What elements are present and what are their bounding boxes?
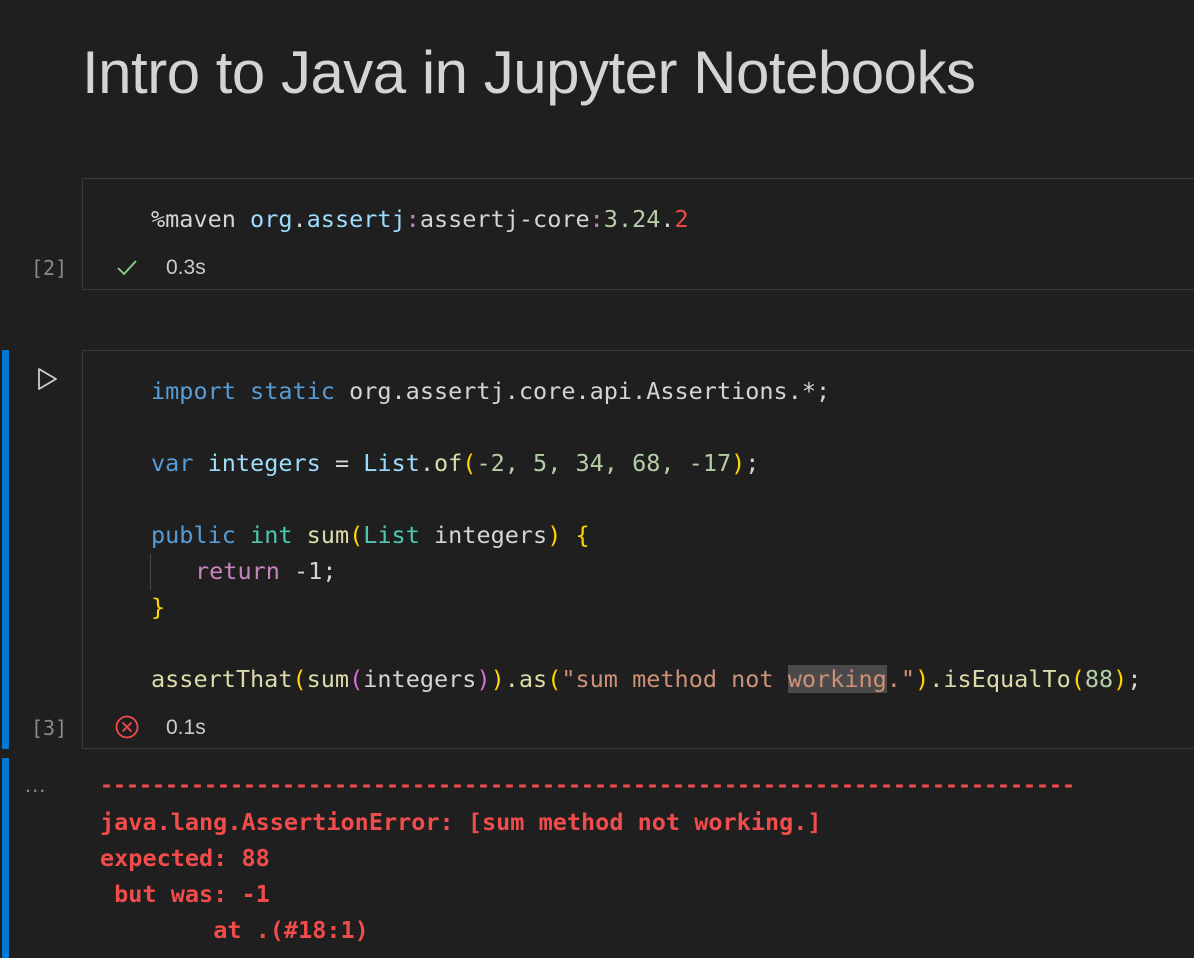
- error-stack-trace: at .(#18:1): [100, 916, 369, 944]
- code-token: ): [490, 665, 505, 693]
- code-token: ;: [1127, 665, 1142, 693]
- code-token: sum: [306, 665, 350, 693]
- output-more-button[interactable]: ...: [25, 772, 46, 798]
- error-expected: expected: 88: [100, 844, 270, 872]
- code-token: integers: [363, 665, 477, 693]
- code-token: (: [547, 665, 562, 693]
- code-line[interactable]: var integers = List.of(-2, 5, 34, 68, -1…: [151, 449, 759, 477]
- code-token: ): [1113, 665, 1128, 693]
- execution-time: 0.3s: [166, 256, 206, 279]
- code-token: (: [349, 665, 364, 693]
- code-token: .: [660, 205, 675, 233]
- code-token: -2, 5, 34, 68, -17: [476, 449, 732, 477]
- code-token: int: [250, 521, 293, 549]
- code-token: "sum method not: [561, 665, 788, 693]
- code-token: assertThat: [151, 665, 293, 693]
- code-token: %maven: [151, 205, 236, 233]
- code-token: assertj-core: [419, 205, 590, 233]
- error-separator: ----------------------------------------…: [100, 773, 1076, 798]
- search-highlight: working: [787, 665, 887, 693]
- code-token: return: [195, 557, 280, 585]
- code-token: 2: [674, 205, 689, 233]
- code-token: import: [151, 377, 236, 405]
- code-cell-maven[interactable]: %maven org.assertj:assertj-core:3.24.2: [82, 178, 1194, 290]
- code-token: ): [476, 665, 491, 693]
- code-token: .: [292, 205, 307, 233]
- notebook-title: Intro to Java in Jupyter Notebooks: [82, 39, 976, 106]
- run-cell-button[interactable]: [34, 366, 60, 392]
- code-token: .isEqualTo: [929, 665, 1071, 693]
- code-line[interactable]: }: [151, 593, 165, 621]
- code-token: (: [1070, 665, 1085, 693]
- code-token: ;: [745, 449, 760, 477]
- code-line[interactable]: import static org.assertj.core.api.Asser…: [151, 377, 830, 405]
- code-token: ): [915, 665, 930, 693]
- code-token: .as: [504, 665, 548, 693]
- code-token: integers: [419, 521, 548, 549]
- code-token: public: [151, 521, 236, 549]
- check-icon: [117, 260, 137, 276]
- code-token: var: [151, 449, 194, 477]
- error-circle-icon: [115, 715, 139, 739]
- execution-count: [2]: [31, 256, 68, 280]
- code-token: 88: [1084, 665, 1114, 693]
- execution-time: 0.1s: [166, 716, 206, 739]
- code-token: :: [405, 205, 420, 233]
- code-token: assertj: [306, 205, 406, 233]
- code-token: of: [434, 449, 463, 477]
- code-token: org.assertj.core.api.Assertions.*;: [349, 377, 831, 405]
- code-token: -1;: [279, 557, 337, 585]
- code-token: ): [731, 449, 746, 477]
- code-token: integers: [207, 449, 321, 477]
- cell-focus-bar: [2, 350, 9, 749]
- code-line[interactable]: return -1;: [195, 557, 336, 585]
- code-token: List: [363, 521, 420, 549]
- execution-count: [3]: [31, 716, 68, 740]
- code-token: static: [250, 377, 335, 405]
- code-token: ): [547, 521, 562, 549]
- code-token: (: [292, 665, 307, 693]
- code-token: sum: [306, 521, 350, 549]
- code-token: .": [886, 665, 916, 693]
- code-token: org: [250, 205, 293, 233]
- code-token: 3.24: [603, 205, 661, 233]
- code-token: .: [419, 449, 434, 477]
- output-focus-bar: [2, 758, 9, 958]
- code-line[interactable]: assertThat(sum(integers)).as("sum method…: [151, 665, 1141, 693]
- code-token: }: [151, 593, 166, 621]
- code-line[interactable]: public int sum(List integers) {: [151, 521, 590, 549]
- code-cell-java[interactable]: import static org.assertj.core.api.Asser…: [82, 350, 1194, 749]
- indent-guide: [150, 554, 151, 590]
- error-message: java.lang.AssertionError: [sum method no…: [100, 808, 822, 836]
- code-line[interactable]: %maven org.assertj:assertj-core:3.24.2: [151, 205, 689, 233]
- code-token: (: [462, 449, 477, 477]
- code-token: (: [349, 521, 364, 549]
- code-token: List: [363, 449, 420, 477]
- code-token: =: [320, 449, 364, 477]
- code-token: {: [575, 521, 590, 549]
- error-actual: but was: -1: [100, 880, 270, 908]
- code-token: :: [589, 205, 604, 233]
